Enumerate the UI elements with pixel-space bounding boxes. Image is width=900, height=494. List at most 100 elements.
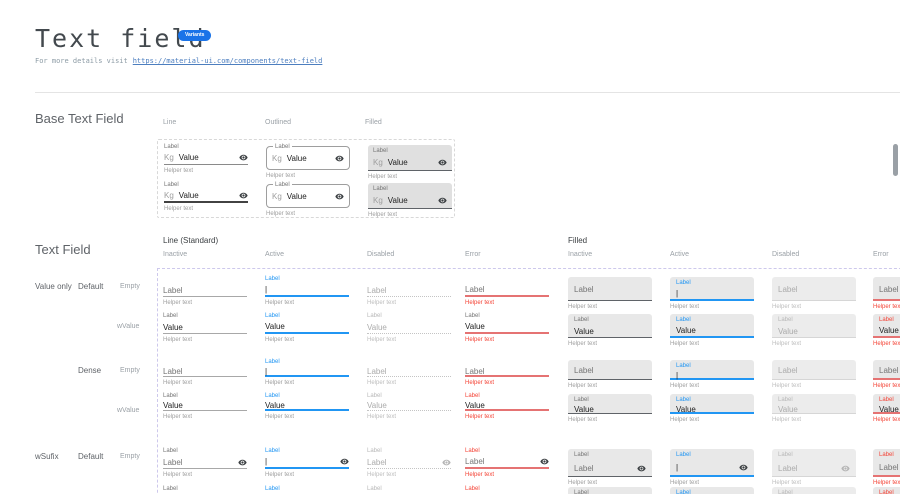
line-field-error[interactable]: LabelValueHelper text bbox=[465, 485, 549, 494]
field-input[interactable]: Label Kg Value bbox=[368, 145, 452, 171]
field-input[interactable]: | bbox=[265, 367, 349, 377]
field-input[interactable]: Kg Value bbox=[164, 151, 248, 165]
field-input[interactable]: Kg Value bbox=[164, 189, 248, 203]
filled-input[interactable]: LabelValue bbox=[873, 314, 900, 338]
field-input[interactable]: Label Kg Value bbox=[266, 146, 350, 170]
field-input[interactable]: Label bbox=[574, 279, 646, 300]
line-field-active[interactable]: LabelValueHelper text bbox=[265, 312, 349, 343]
visibility-icon[interactable] bbox=[540, 457, 549, 466]
field-input[interactable]: Label Kg Value bbox=[266, 184, 350, 208]
line-field-error[interactable]: LabelLabelHelper text bbox=[465, 275, 549, 306]
field-input[interactable]: Label bbox=[879, 362, 900, 378]
filled-field-active[interactable]: Label|Helper text bbox=[670, 447, 754, 486]
filled-input[interactable]: LabelValue bbox=[568, 314, 652, 338]
filled-input[interactable]: LabelValue bbox=[670, 394, 754, 414]
filled-field-inactive[interactable]: LabelValueHelper text bbox=[568, 485, 652, 494]
line-field-disabled[interactable]: LabelValueHelper text bbox=[367, 312, 451, 343]
filled-input[interactable]: LabelValue bbox=[568, 394, 652, 414]
line-field-disabled[interactable]: LabelLabelHelper text bbox=[367, 358, 451, 386]
field-input[interactable]: Value bbox=[367, 401, 451, 411]
line-field-inactive[interactable]: LabelLabelHelper text bbox=[163, 275, 247, 306]
filled-field-error[interactable]: LabelValueHelper text bbox=[873, 312, 900, 347]
filled-field-active[interactable]: LabelValueHelper text bbox=[670, 392, 754, 423]
visibility-icon[interactable] bbox=[438, 196, 447, 205]
filled-input[interactable]: Label| bbox=[670, 449, 754, 477]
base-line-field[interactable]: Label Kg Value Helper text bbox=[164, 181, 248, 212]
base-line-field[interactable]: Label Kg Value Helper text bbox=[164, 143, 248, 174]
base-outlined-field[interactable]: Label Kg Value Helper text bbox=[266, 146, 350, 179]
filled-field-active[interactable]: LabelValueHelper text bbox=[670, 485, 754, 494]
filled-field-disabled[interactable]: LabelLabelHelper text bbox=[772, 275, 856, 310]
field-input[interactable]: Value bbox=[676, 405, 748, 414]
line-field-disabled[interactable]: LabelLabelHelper text bbox=[367, 447, 451, 478]
filled-input[interactable]: LabelLabel bbox=[873, 277, 900, 301]
field-input[interactable]: Label Kg Value bbox=[368, 183, 452, 209]
field-input[interactable]: Label bbox=[465, 367, 549, 377]
line-field-error[interactable]: LabelValueHelper text bbox=[465, 312, 549, 343]
filled-input[interactable]: LabelLabel bbox=[568, 360, 652, 380]
line-field-error[interactable]: LabelLabelHelper text bbox=[465, 358, 549, 386]
filled-input[interactable]: LabelLabel bbox=[873, 360, 900, 380]
line-field-active[interactable]: LabelValueHelper text bbox=[265, 485, 349, 494]
line-field-disabled[interactable]: LabelLabelHelper text bbox=[367, 275, 451, 306]
line-field-active[interactable]: Label|Helper text bbox=[265, 447, 349, 478]
field-input[interactable]: Label bbox=[778, 279, 850, 300]
filled-field-inactive[interactable]: LabelLabelHelper text bbox=[568, 447, 652, 486]
filled-input[interactable]: LabelValue bbox=[772, 394, 856, 414]
field-input[interactable]: Value bbox=[676, 325, 748, 336]
visibility-icon[interactable] bbox=[637, 464, 646, 473]
filled-field-error[interactable]: LabelValueHelper text bbox=[873, 485, 900, 494]
filled-field-disabled[interactable]: LabelValueHelper text bbox=[772, 485, 856, 494]
visibility-icon[interactable] bbox=[238, 458, 247, 467]
filled-input[interactable]: LabelLabel bbox=[772, 449, 856, 477]
filled-input[interactable]: Label| bbox=[670, 277, 754, 301]
filled-input[interactable]: Label| bbox=[670, 360, 754, 380]
visibility-icon[interactable] bbox=[739, 463, 748, 472]
field-input[interactable]: Label bbox=[879, 460, 900, 475]
filled-field-error[interactable]: LabelLabelHelper text bbox=[873, 358, 900, 389]
base-filled-field[interactable]: Label Kg Value Helper text bbox=[368, 145, 452, 180]
filled-field-active[interactable]: Label|Helper text bbox=[670, 275, 754, 310]
filled-field-active[interactable]: LabelValueHelper text bbox=[670, 312, 754, 347]
field-input[interactable]: Value bbox=[778, 325, 850, 337]
filled-input[interactable]: LabelLabel bbox=[568, 277, 652, 301]
base-outlined-field[interactable]: Label Kg Value Helper text bbox=[266, 184, 350, 217]
field-input[interactable]: Value bbox=[465, 401, 549, 411]
field-input[interactable]: Label bbox=[778, 460, 850, 476]
filled-field-active[interactable]: Label|Helper text bbox=[670, 358, 754, 389]
filled-input[interactable]: LabelValue bbox=[772, 487, 856, 494]
filled-input[interactable]: LabelLabel bbox=[873, 449, 900, 477]
field-input[interactable]: Value bbox=[574, 325, 646, 337]
filled-input[interactable]: LabelValue bbox=[670, 487, 754, 494]
field-input[interactable]: Value bbox=[465, 321, 549, 334]
field-input[interactable]: Label bbox=[367, 284, 451, 297]
line-field-active[interactable]: LabelValueHelper text bbox=[265, 392, 349, 420]
line-field-inactive[interactable]: LabelLabelHelper text bbox=[163, 447, 247, 478]
field-input[interactable]: Value bbox=[163, 401, 247, 411]
field-input[interactable]: Label bbox=[879, 279, 900, 299]
line-field-inactive[interactable]: LabelValueHelper text bbox=[163, 312, 247, 343]
visibility-icon[interactable] bbox=[442, 458, 451, 467]
scrollbar-thumb[interactable] bbox=[893, 144, 898, 176]
filled-input[interactable]: LabelValue bbox=[772, 314, 856, 338]
filled-field-disabled[interactable]: LabelLabelHelper text bbox=[772, 358, 856, 389]
field-input[interactable]: Label bbox=[465, 284, 549, 297]
field-input[interactable]: Label bbox=[465, 456, 549, 469]
field-input[interactable]: Value bbox=[265, 321, 349, 334]
field-input[interactable]: Value bbox=[574, 405, 646, 414]
field-input[interactable]: | bbox=[676, 371, 748, 380]
line-field-disabled[interactable]: LabelValueHelper text bbox=[367, 485, 451, 494]
filled-field-error[interactable]: LabelLabelHelper text bbox=[873, 275, 900, 310]
field-input[interactable]: Value bbox=[265, 401, 349, 411]
filled-field-inactive[interactable]: LabelLabelHelper text bbox=[568, 275, 652, 310]
field-input[interactable]: Label bbox=[778, 362, 850, 379]
field-input[interactable]: Label bbox=[574, 460, 646, 476]
field-input[interactable]: Value bbox=[367, 321, 451, 334]
visibility-icon[interactable] bbox=[340, 457, 349, 466]
filled-input[interactable]: LabelLabel bbox=[568, 449, 652, 477]
filled-input[interactable]: LabelValue bbox=[670, 314, 754, 338]
filled-input[interactable]: LabelLabel bbox=[772, 360, 856, 380]
field-input[interactable]: Label bbox=[574, 362, 646, 379]
field-input[interactable]: | bbox=[265, 284, 349, 297]
filled-field-inactive[interactable]: LabelLabelHelper text bbox=[568, 358, 652, 389]
